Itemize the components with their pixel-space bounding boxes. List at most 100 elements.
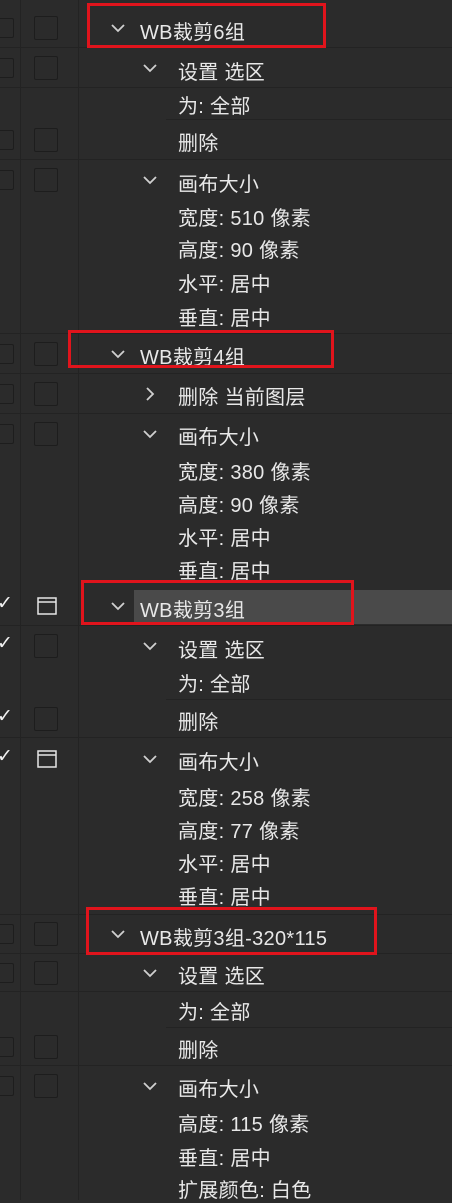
action-param-row: 水平: 居中 [0, 846, 452, 878]
action-set-title: WB裁剪3组 [140, 600, 246, 622]
action-step-row[interactable]: 设置 选区 [0, 954, 452, 992]
param-label: 垂直: 居中 [178, 887, 271, 909]
dialog-toggle[interactable] [34, 634, 58, 658]
action-step-label: 删除 当前图层 [178, 387, 306, 409]
action-set-row[interactable]: WB裁剪4组 [0, 334, 452, 374]
action-param-row: 水平: 居中 [0, 266, 452, 298]
param-label: 宽度: 380 像素 [178, 462, 312, 484]
action-param-row: 为: 全部 [0, 666, 452, 700]
param-label: 宽度: 258 像素 [178, 788, 312, 810]
action-step-row[interactable]: ✓ 删除 [0, 700, 452, 738]
action-step-row[interactable]: ✓ 设置 选区 [0, 626, 452, 666]
checkmark-icon[interactable]: ✓ [0, 705, 14, 727]
param-label: 高度: 90 像素 [178, 240, 300, 262]
chevron-down-icon[interactable] [110, 926, 126, 942]
action-param-row: 高度: 115 像素 [0, 1106, 452, 1138]
param-label: 水平: 居中 [178, 528, 271, 550]
dialog-toggle[interactable] [34, 128, 58, 152]
dialog-toggle[interactable] [34, 56, 58, 80]
action-step-label: 设置 选区 [178, 640, 266, 662]
dialog-toggle[interactable] [34, 961, 58, 985]
chevron-down-icon[interactable] [110, 20, 126, 36]
action-step-label: 画布大小 [178, 752, 260, 774]
action-set-row[interactable]: ✓ WB裁剪3组 [0, 586, 452, 626]
action-param-row: 垂直: 居中 [0, 300, 452, 334]
param-label: 为: 全部 [178, 1002, 251, 1024]
action-step-label: 删除 [178, 712, 219, 734]
toggle-checkbox[interactable] [0, 924, 14, 944]
dialog-toggle[interactable] [34, 422, 58, 446]
toggle-checkbox[interactable] [0, 18, 14, 38]
action-param-row: 为: 全部 [0, 88, 452, 120]
dialog-toggle[interactable] [34, 168, 58, 192]
toggle-checkbox[interactable] [0, 424, 14, 444]
dialog-toggle[interactable] [34, 707, 58, 731]
action-param-row: 宽度: 380 像素 [0, 454, 452, 486]
action-step-label: 删除 [178, 133, 219, 155]
checkmark-icon[interactable]: ✓ [0, 745, 14, 767]
toggle-checkbox[interactable] [0, 58, 14, 78]
action-step-label: 删除 [178, 1040, 219, 1062]
toggle-checkbox[interactable] [0, 344, 14, 364]
action-step-row[interactable]: 画布大小 [0, 1066, 452, 1106]
action-step-row[interactable]: 删除 [0, 120, 452, 160]
dialog-toggle[interactable] [34, 382, 58, 406]
chevron-down-icon[interactable] [142, 60, 158, 76]
action-param-row: 扩展颜色: 白色 [0, 1172, 452, 1202]
chevron-down-icon[interactable] [142, 172, 158, 188]
dialog-toggle[interactable] [34, 342, 58, 366]
action-step-label: 画布大小 [178, 174, 260, 196]
chevron-down-icon[interactable] [142, 1078, 158, 1094]
toggle-checkbox[interactable] [0, 384, 14, 404]
action-step-row[interactable]: 画布大小 [0, 160, 452, 200]
chevron-right-icon[interactable] [142, 386, 158, 402]
action-step-row[interactable]: ✓ 画布大小 [0, 738, 452, 780]
action-param-row: 高度: 77 像素 [0, 813, 452, 845]
action-step-label: 设置 选区 [178, 966, 266, 988]
action-step-row[interactable]: 画布大小 [0, 414, 452, 454]
dialog-toggle[interactable] [34, 1074, 58, 1098]
dialog-toggle[interactable] [34, 922, 58, 946]
param-label: 扩展颜色: 白色 [178, 1180, 312, 1202]
param-label: 垂直: 居中 [178, 1148, 271, 1170]
action-step-row[interactable]: 设置 选区 [0, 48, 452, 88]
action-set-row[interactable]: WB裁剪6组 [0, 8, 452, 48]
chevron-down-icon[interactable] [142, 638, 158, 654]
chevron-down-icon[interactable] [110, 598, 126, 614]
dialog-toggle-icon[interactable] [34, 594, 58, 618]
chevron-down-icon[interactable] [142, 751, 158, 767]
toggle-checkbox[interactable] [0, 1037, 14, 1057]
action-param-row: 宽度: 258 像素 [0, 780, 452, 812]
dialog-toggle[interactable] [34, 1035, 58, 1059]
chevron-down-icon[interactable] [142, 965, 158, 981]
toggle-checkbox[interactable] [0, 1076, 14, 1096]
param-label: 为: 全部 [178, 674, 251, 696]
dialog-toggle[interactable] [34, 16, 58, 40]
param-label: 高度: 115 像素 [178, 1114, 310, 1136]
action-set-row[interactable]: WB裁剪3组-320*115 [0, 914, 452, 954]
param-label: 水平: 居中 [178, 274, 271, 296]
action-step-row[interactable]: 删除 当前图层 [0, 374, 452, 414]
action-param-row: 垂直: 居中 [0, 879, 452, 915]
chevron-down-icon[interactable] [142, 426, 158, 442]
checkmark-icon[interactable]: ✓ [0, 592, 14, 614]
action-step-label: 画布大小 [178, 427, 260, 449]
action-param-row: 垂直: 居中 [0, 553, 452, 585]
toggle-checkbox[interactable] [0, 170, 14, 190]
action-set-title: WB裁剪6组 [140, 22, 246, 44]
action-set-title: WB裁剪4组 [140, 347, 246, 369]
chevron-down-icon[interactable] [110, 346, 126, 362]
toggle-checkbox[interactable] [0, 963, 14, 983]
action-set-title: WB裁剪3组-320*115 [140, 928, 328, 950]
action-step-label: 设置 选区 [178, 62, 266, 84]
actions-panel: WB裁剪6组 设置 选区 为: 全部 删除 画布大小 宽度: 510 像素 高度… [0, 0, 452, 1202]
checkmark-icon[interactable]: ✓ [0, 632, 14, 654]
param-label: 为: 全部 [178, 96, 251, 118]
dialog-toggle-icon[interactable] [34, 747, 58, 771]
param-label: 高度: 90 像素 [178, 495, 300, 517]
action-step-label: 画布大小 [178, 1079, 260, 1101]
toggle-checkbox[interactable] [0, 130, 14, 150]
action-step-row[interactable]: 删除 [0, 1028, 452, 1066]
param-label: 高度: 77 像素 [178, 821, 300, 843]
action-param-row: 高度: 90 像素 [0, 232, 452, 264]
